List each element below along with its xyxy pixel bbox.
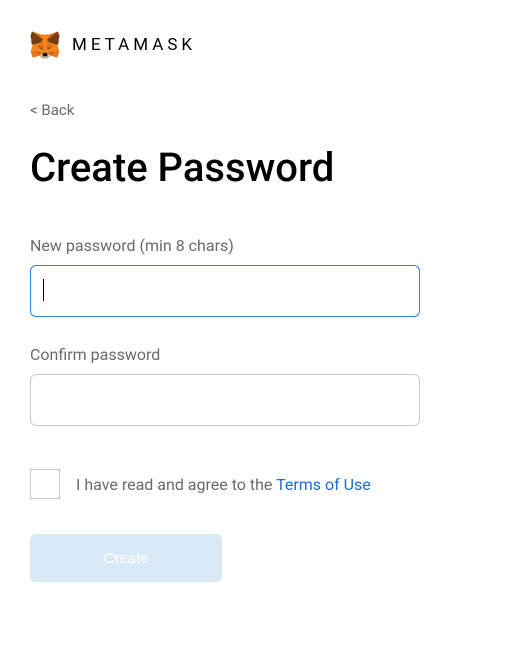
create-button[interactable]: Create xyxy=(30,534,222,582)
terms-text: I have read and agree to the Terms of Us… xyxy=(76,475,371,494)
terms-link[interactable]: Terms of Use xyxy=(276,475,371,494)
new-password-input[interactable] xyxy=(30,265,420,317)
metamask-fox-icon xyxy=(30,30,60,60)
confirm-password-input[interactable] xyxy=(30,374,420,426)
new-password-label: New password (min 8 chars) xyxy=(30,236,489,255)
header: METAMASK xyxy=(30,30,489,60)
terms-prefix: I have read and agree to the xyxy=(76,475,276,494)
terms-checkbox[interactable] xyxy=(30,469,60,499)
brand-text: METAMASK xyxy=(72,35,196,55)
back-link[interactable]: < Back xyxy=(30,101,74,119)
terms-row: I have read and agree to the Terms of Us… xyxy=(30,469,489,499)
page-title: Create Password xyxy=(30,144,489,191)
confirm-password-label: Confirm password xyxy=(30,345,489,364)
